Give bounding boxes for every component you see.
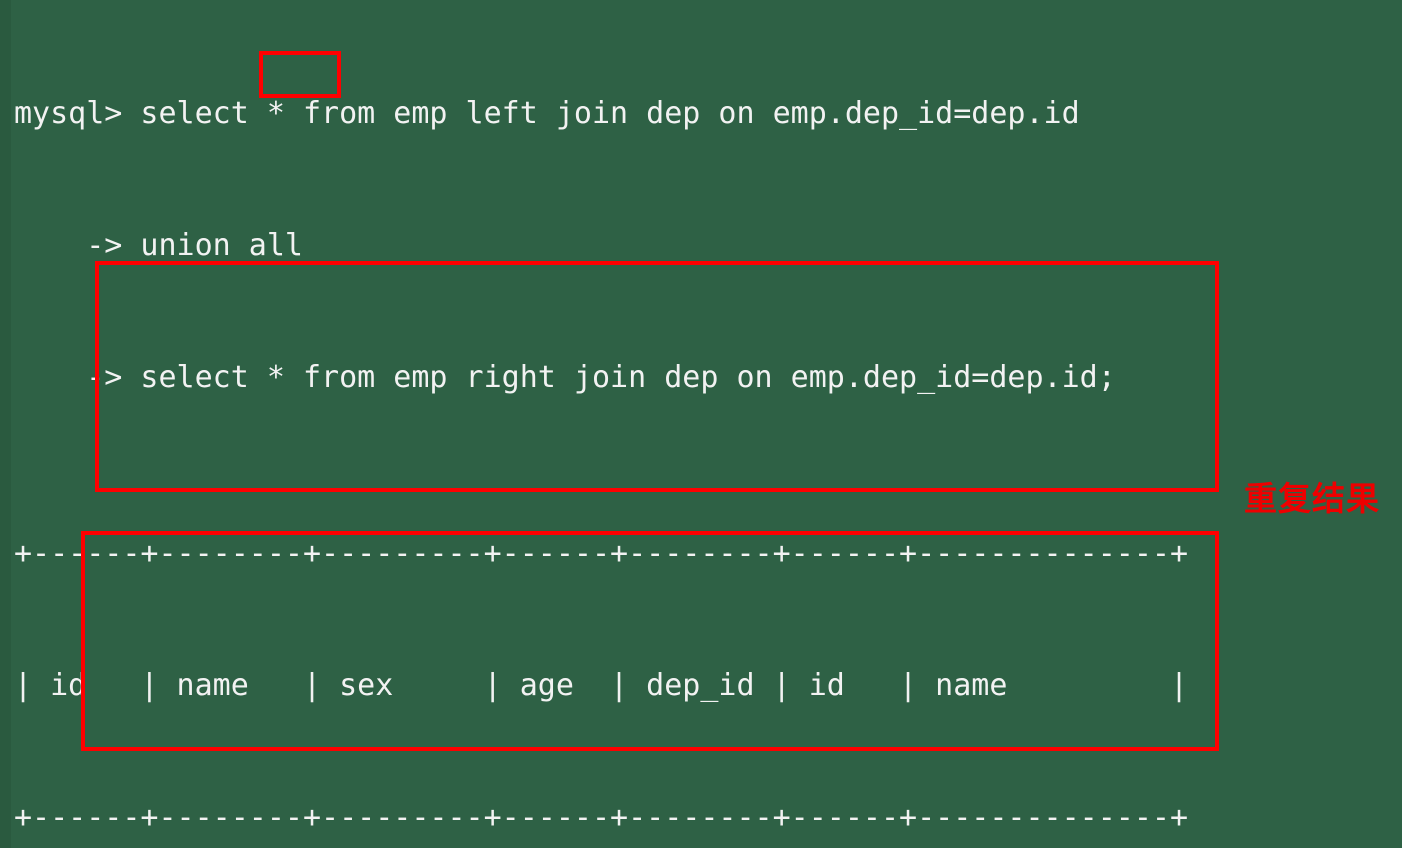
annotation-duplicate-results: 重复结果 bbox=[1244, 479, 1380, 518]
table-separator-header: +------+--------+---------+------+------… bbox=[14, 800, 1188, 835]
table-header-row: | id | name | sex | age | dep_id | id | … bbox=[14, 668, 1188, 703]
terminal-output[interactable]: mysql> select * from emp left join dep o… bbox=[0, 0, 1402, 848]
command-line-3: -> select * from emp right join dep on e… bbox=[14, 360, 1116, 395]
command-line-1: mysql> select * from emp left join dep o… bbox=[14, 96, 1080, 131]
table-separator-top: +------+--------+---------+------+------… bbox=[14, 536, 1188, 571]
terminal-window: mysql> select * from emp left join dep o… bbox=[0, 0, 1402, 848]
command-line-2: -> union all bbox=[14, 228, 303, 263]
